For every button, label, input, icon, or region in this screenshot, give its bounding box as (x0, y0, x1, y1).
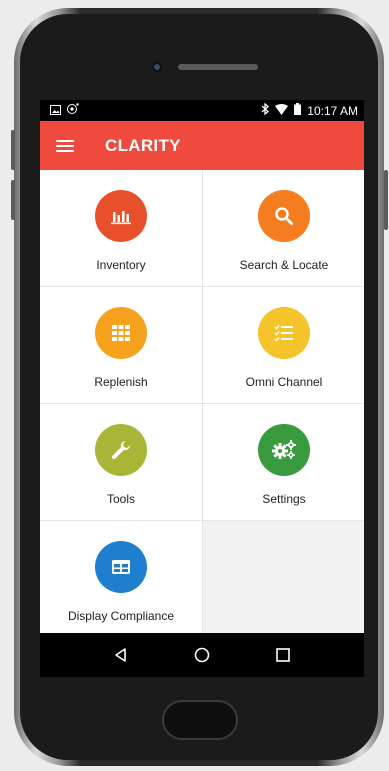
home-icon[interactable] (187, 640, 217, 670)
front-camera (152, 62, 162, 72)
app-bar: CLARITY (40, 121, 364, 170)
volume-down-button (11, 180, 15, 220)
module-grid: Inventory Search & Locate Replenish Omni… (40, 170, 364, 637)
gears-icon (258, 424, 310, 476)
checklist-icon (258, 307, 310, 359)
volume-up-button (11, 130, 15, 170)
menu-icon[interactable] (56, 139, 74, 152)
android-nav-bar (40, 633, 364, 677)
image-icon (50, 104, 61, 118)
recents-icon[interactable] (268, 640, 298, 670)
earpiece-speaker (178, 64, 258, 70)
app-title: CLARITY (105, 135, 181, 155)
bar-chart-icon (95, 190, 147, 242)
empty-tile (203, 521, 364, 637)
wifi-icon (275, 103, 289, 118)
bluetooth-icon (261, 102, 270, 118)
tile-settings[interactable]: Settings (203, 404, 364, 520)
device-screen: 10:17 AM CLARITY Inventory Search & Loca… (40, 100, 364, 677)
search-icon (258, 190, 310, 242)
table-icon (95, 541, 147, 593)
tile-label: Tools (106, 492, 135, 506)
status-time: 10:17 AM (307, 103, 358, 118)
tile-search-locate[interactable]: Search & Locate (203, 170, 364, 286)
tile-label: Replenish (94, 375, 148, 389)
status-bar: 10:17 AM (40, 100, 364, 121)
battery-icon (294, 103, 302, 118)
tile-label: Settings (262, 492, 306, 506)
tile-inventory[interactable]: Inventory (40, 170, 202, 286)
back-icon[interactable] (106, 640, 136, 670)
notification-icon (67, 103, 79, 118)
tile-display-compliance[interactable]: Display Compliance (40, 521, 202, 637)
grid-icon (95, 307, 147, 359)
tile-replenish[interactable]: Replenish (40, 287, 202, 403)
tile-tools[interactable]: Tools (40, 404, 202, 520)
power-button (384, 170, 388, 230)
tile-label: Search & Locate (239, 258, 329, 272)
physical-home-button[interactable] (162, 700, 238, 740)
tile-omni-channel[interactable]: Omni Channel (203, 287, 364, 403)
tile-label: Omni Channel (245, 375, 323, 389)
tile-label: Inventory (96, 258, 146, 272)
tile-label: Display Compliance (67, 609, 175, 623)
wrench-icon (95, 424, 147, 476)
